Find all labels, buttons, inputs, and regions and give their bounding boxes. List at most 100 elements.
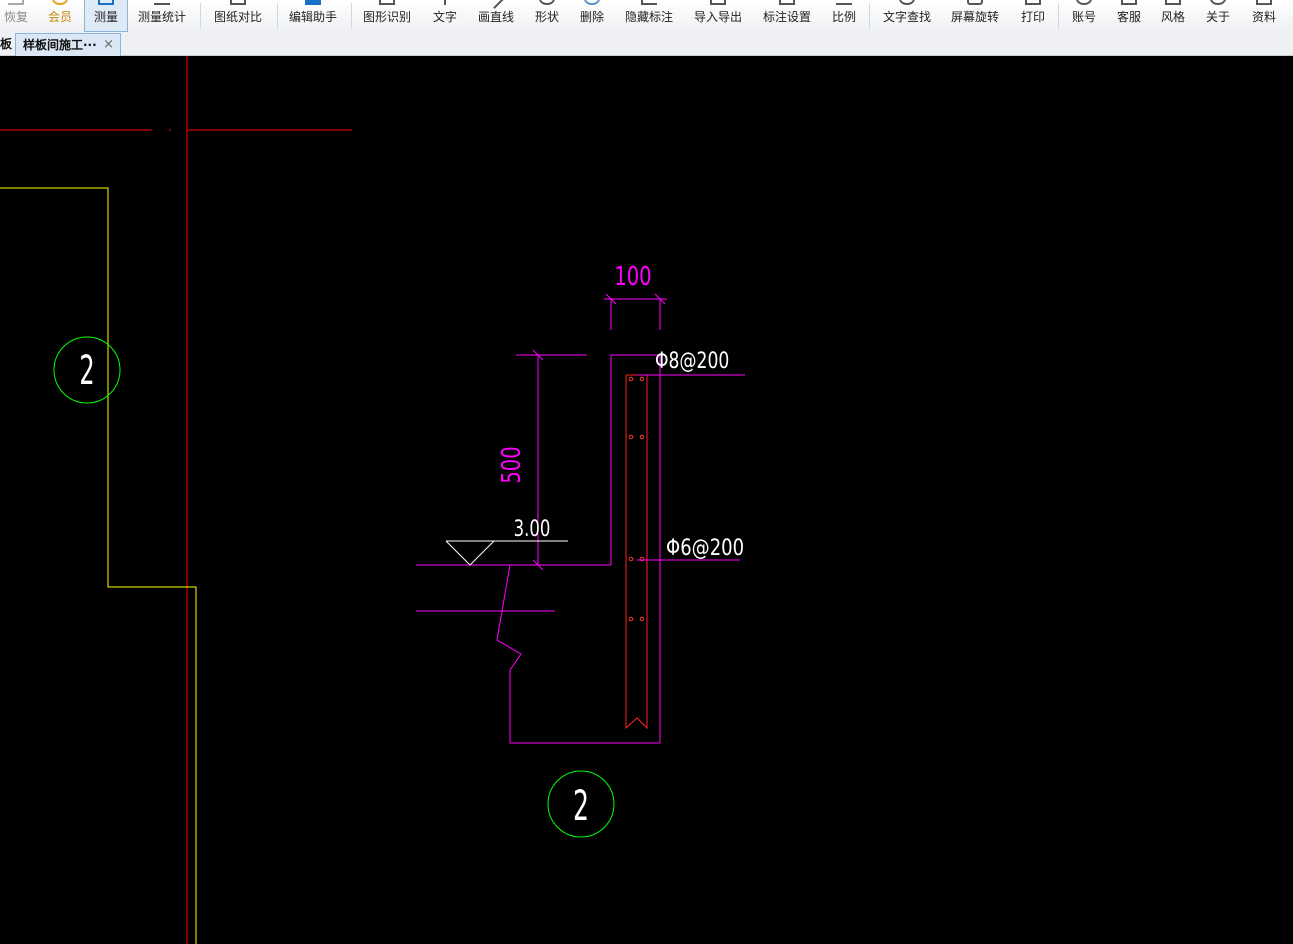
measure-stats-label: 测量统计 (137, 10, 186, 24)
import-export-button[interactable]: 导入导出 (688, 0, 748, 32)
elevation-marker (445, 540, 568, 566)
section-outline (496, 354, 661, 744)
account-button[interactable]: 账号 (1064, 0, 1104, 32)
drawing-canvas[interactable]: 2 100 500 3.00 Φ8@200 Φ6@200 2 (0, 56, 1293, 944)
text-search-icon (899, 0, 915, 5)
shape-icon (539, 0, 555, 5)
measure-stats-button[interactable]: 测量统计 (132, 0, 192, 32)
rebar-outline (625, 374, 648, 730)
rebar-dot (628, 434, 634, 440)
text-icon (444, 0, 446, 5)
axis-lines (0, 56, 352, 944)
rebar-dot (628, 376, 634, 382)
resources-button[interactable]: 资料 (1242, 0, 1286, 32)
shape-recognition-label: 图形识别 (362, 10, 411, 24)
customer-service-button[interactable]: 客服 (1108, 0, 1150, 32)
print-icon (1025, 0, 1041, 5)
vip-button[interactable]: 会员 (42, 0, 78, 32)
account-label: 账号 (1071, 10, 1096, 24)
close-tab-icon[interactable]: × (103, 34, 114, 56)
rotate-screen-label: 屏幕旋转 (950, 10, 999, 24)
dimension-text-100: 100 (614, 262, 651, 291)
edit-assistant-button[interactable]: 编辑助手 (282, 0, 344, 32)
rotate-screen-button[interactable]: 屏幕旋转 (944, 0, 1006, 32)
redo-label: 恢复 (3, 10, 28, 24)
vip-label: 会员 (47, 10, 72, 24)
hide-annotation-icon (641, 0, 657, 5)
style-icon (1165, 0, 1181, 5)
shape-label: 形状 (534, 10, 559, 24)
vip-icon (52, 0, 68, 5)
edit-assistant-label: 编辑助手 (288, 10, 337, 24)
dimension-text-500: 500 (497, 446, 526, 483)
compare-button[interactable]: 图纸对比 (206, 0, 270, 32)
compare-label: 图纸对比 (213, 10, 262, 24)
rebar-dot (628, 556, 634, 562)
delete-label: 删除 (579, 10, 604, 24)
line-label: 画直线 (477, 10, 514, 24)
text-search-button[interactable]: 文字查找 (876, 0, 938, 32)
elevation-text: 3.00 (514, 516, 551, 542)
rebar-dot (639, 376, 645, 382)
delete-button[interactable]: 删除 (572, 0, 612, 32)
rebar-dots (628, 376, 645, 622)
measure-button[interactable]: 测量 (84, 0, 128, 32)
shape-recognition-button[interactable]: 图形识别 (356, 0, 418, 32)
edit-assistant-icon (305, 0, 321, 5)
toolbar-separator (200, 3, 201, 29)
scale-icon (836, 0, 852, 5)
axis-bubble-label: 2 (79, 346, 94, 393)
about-icon (1210, 0, 1226, 5)
annotation-settings-button[interactable]: 标注设置 (756, 0, 818, 32)
delete-icon (584, 0, 600, 5)
measure-stats-icon (154, 0, 170, 5)
tab-previous-label: 板 (0, 37, 13, 51)
cad-viewer-app: 恢复 会员 测量 测量统计 图纸对比 编辑助手 图形识别 文字 画直线 形状 删… (0, 0, 1293, 944)
redo-button[interactable]: 恢复 (0, 0, 32, 32)
rebar-label-mid: Φ6@200 (666, 534, 744, 560)
rotate-screen-icon (967, 0, 983, 5)
axis-bubble-left: 2 (53, 336, 121, 404)
account-icon (1076, 0, 1092, 5)
import-export-label: 导入导出 (693, 10, 742, 24)
rebar-label-top: Φ8@200 (655, 348, 729, 374)
toolbar-separator (869, 3, 870, 29)
resources-icon (1256, 0, 1272, 5)
redo-icon (8, 0, 24, 5)
tab-active-label: 样板间施工··· (23, 38, 97, 52)
about-label: 关于 (1205, 10, 1230, 24)
tab-previous-drawing[interactable]: 板 (0, 33, 14, 56)
document-tabbar: 板 样板间施工··· × (0, 32, 1293, 56)
print-label: 打印 (1020, 10, 1045, 24)
main-toolbar: 恢复 会员 测量 测量统计 图纸对比 编辑助手 图形识别 文字 画直线 形状 删… (0, 0, 1293, 33)
detail-bubble: 2 (547, 770, 615, 838)
line-button[interactable]: 画直线 (470, 0, 522, 32)
detail-bubble-label: 2 (573, 782, 589, 831)
hide-annotation-button[interactable]: 隐藏标注 (618, 0, 680, 32)
shape-recognition-icon (379, 0, 395, 5)
customer-service-label: 客服 (1116, 10, 1141, 24)
compare-icon (230, 0, 246, 5)
print-button[interactable]: 打印 (1012, 0, 1054, 32)
scale-button[interactable]: 比例 (824, 0, 864, 32)
toolbar-separator (351, 3, 352, 29)
hide-annotation-label: 隐藏标注 (624, 10, 673, 24)
resources-label: 资料 (1251, 10, 1276, 24)
shape-button[interactable]: 形状 (526, 0, 568, 32)
import-export-icon (710, 0, 726, 5)
rebar-dot (639, 434, 645, 440)
elevation-triangle (445, 540, 496, 566)
scale-label: 比例 (831, 10, 856, 24)
measure-label: 测量 (93, 10, 118, 24)
about-button[interactable]: 关于 (1198, 0, 1238, 32)
drawing-texts: 100 500 3.00 Φ8@200 Φ6@200 (497, 262, 744, 560)
rebar-dot (639, 616, 645, 622)
style-label: 风格 (1160, 10, 1185, 24)
measure-icon (98, 0, 114, 5)
text-button[interactable]: 文字 (424, 0, 466, 32)
style-button[interactable]: 风格 (1152, 0, 1194, 32)
tab-sample-room-construction[interactable]: 样板间施工··· × (15, 33, 121, 56)
annotation-settings-label: 标注设置 (762, 10, 811, 24)
annotation-settings-icon (779, 0, 795, 5)
rebar-dot (628, 616, 634, 622)
